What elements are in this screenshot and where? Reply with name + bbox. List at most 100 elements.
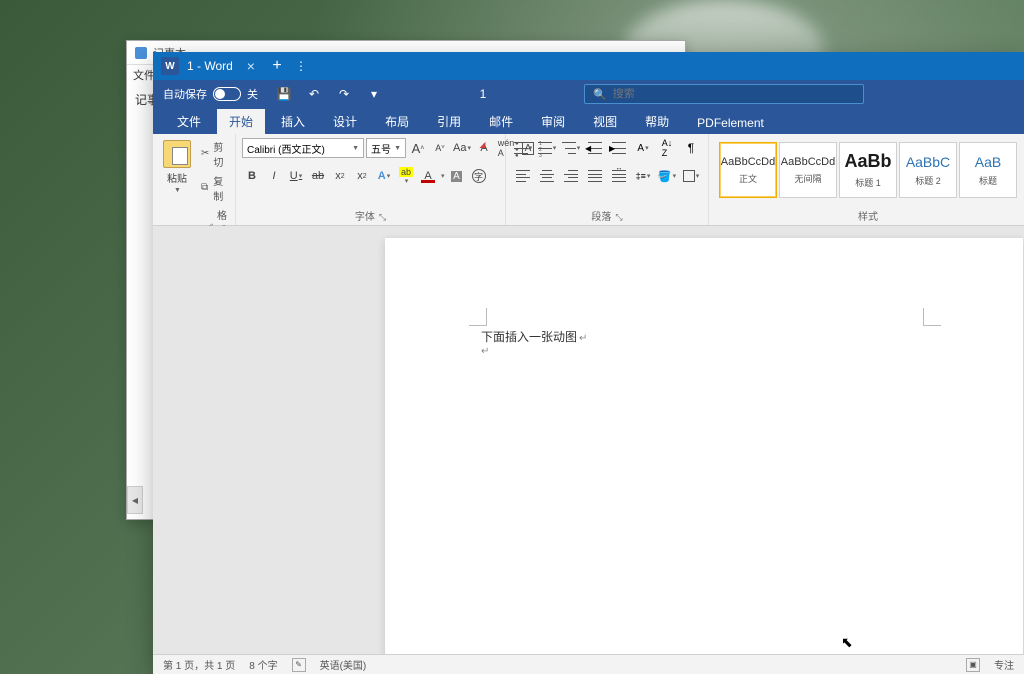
- margin-corner-icon: [469, 308, 487, 326]
- copy-icon: ⧉: [201, 182, 209, 194]
- tab-layout[interactable]: 布局: [373, 109, 421, 134]
- tab-view[interactable]: 视图: [581, 109, 629, 134]
- numbering-button[interactable]: 123▾: [536, 138, 558, 158]
- new-tab-button[interactable]: +: [265, 54, 289, 78]
- tab-review[interactable]: 审阅: [529, 109, 577, 134]
- paragraph-mark-icon: ↵: [579, 333, 587, 344]
- paste-button[interactable]: 粘贴 ▼: [159, 138, 195, 196]
- paste-icon: [163, 140, 191, 168]
- dialog-launcher-icon[interactable]: ⤡: [615, 212, 622, 222]
- document-text-line1[interactable]: 下面插入一张动图↵: [481, 328, 587, 345]
- search-input[interactable]: [613, 88, 855, 100]
- decrease-indent-button[interactable]: ◀: [584, 138, 606, 158]
- increase-indent-button[interactable]: ▶: [608, 138, 630, 158]
- bullets-button[interactable]: ●●●▾: [512, 138, 534, 158]
- notepad-icon: [135, 47, 147, 59]
- ribbon-tabs: 文件 开始 插入 设计 布局 引用 邮件 审阅 视图 帮助 PDFelement: [153, 108, 1024, 134]
- align-right-button[interactable]: [560, 166, 582, 186]
- superscript-button[interactable]: x2: [352, 166, 372, 186]
- redo-icon[interactable]: ↷: [336, 86, 352, 102]
- asian-layout-button[interactable]: A▾: [632, 138, 654, 158]
- word-titlebar: W 1 - Word × + ⋮: [153, 52, 1024, 80]
- grow-font-button[interactable]: A˄: [408, 138, 428, 158]
- text-effects-button[interactable]: A▾: [374, 166, 394, 186]
- tab-file[interactable]: 文件: [165, 109, 213, 134]
- word-tab-title[interactable]: 1 - Word: [187, 59, 233, 73]
- tab-insert[interactable]: 插入: [269, 109, 317, 134]
- autosave-label: 自动保存: [163, 86, 207, 102]
- statusbar: 第 1 页，共 1 页 8 个字 ✎ 英语(美国) ▣ 专注: [153, 654, 1024, 674]
- tab-mailings[interactable]: 邮件: [477, 109, 525, 134]
- document-area: 下面插入一张动图↵ ↵ ⬉: [153, 226, 1024, 654]
- autosave-state: 关: [247, 86, 258, 102]
- doc-title: 1: [382, 87, 584, 101]
- tab-home[interactable]: 开始: [217, 109, 265, 134]
- margin-corner-icon: [923, 308, 941, 326]
- sort-button[interactable]: A↓Z: [656, 138, 678, 158]
- multilevel-list-button[interactable]: ▾: [560, 138, 582, 158]
- status-focus[interactable]: 专注: [994, 657, 1014, 672]
- styles-gallery[interactable]: AaBbCcDd正文 AaBbCcDd无间隔 AaBb标题 1 AaBbC标题 …: [715, 138, 1021, 202]
- focus-mode-icon[interactable]: ▣: [966, 658, 980, 672]
- font-name-combo[interactable]: Calibri (西文正文)▼: [242, 138, 364, 158]
- word-window: W 1 - Word × + ⋮ 自动保存 关 💾 ↶ ↷ ▾ 1 🔍 文件 开…: [153, 52, 1024, 674]
- strikethrough-button[interactable]: ab: [308, 166, 328, 186]
- style-heading1[interactable]: AaBb标题 1: [839, 142, 897, 198]
- dialog-launcher-icon[interactable]: ⤡: [379, 212, 386, 222]
- group-font: Calibri (西文正文)▼ 五号▼ A˄ A˅ Aa▾ A◢ wénA A …: [236, 134, 506, 225]
- underline-button[interactable]: U▾: [286, 166, 306, 186]
- style-no-spacing[interactable]: AaBbCcDd无间隔: [779, 142, 837, 198]
- copy-button[interactable]: ⧉复制: [199, 172, 229, 204]
- save-icon[interactable]: 💾: [276, 86, 292, 102]
- bold-button[interactable]: B: [242, 166, 262, 186]
- autosave-toggle[interactable]: 自动保存 关: [163, 86, 258, 102]
- spellcheck-icon[interactable]: ✎: [292, 658, 306, 672]
- style-heading2[interactable]: AaBbC标题 2: [899, 142, 957, 198]
- enclose-characters-button[interactable]: 字: [469, 166, 489, 186]
- justify-button[interactable]: [584, 166, 606, 186]
- word-app-icon: W: [161, 57, 179, 75]
- show-marks-button[interactable]: ¶: [680, 138, 702, 158]
- ribbon: 粘贴 ▼ ✂剪切 ⧉复制 🖌格式刷 剪贴板⤡ Calibri (西文正文)▼ 五…: [153, 134, 1024, 226]
- subscript-button[interactable]: x2: [330, 166, 350, 186]
- status-words[interactable]: 8 个字: [249, 657, 277, 672]
- align-center-button[interactable]: [536, 166, 558, 186]
- tab-references[interactable]: 引用: [425, 109, 473, 134]
- quick-access-toolbar: 自动保存 关 💾 ↶ ↷ ▾ 1 🔍: [153, 80, 1024, 108]
- close-tab-icon[interactable]: ×: [247, 58, 255, 74]
- status-language[interactable]: 英语(美国): [320, 657, 367, 672]
- undo-icon[interactable]: ↶: [306, 86, 322, 102]
- scissors-icon: ✂: [201, 148, 209, 160]
- notepad-menu-file[interactable]: 文件: [133, 67, 155, 83]
- collapse-handle[interactable]: ◀: [127, 486, 143, 514]
- change-case-button[interactable]: Aa▾: [452, 138, 472, 158]
- font-size-combo[interactable]: 五号▼: [366, 138, 406, 158]
- clear-formatting-button[interactable]: A◢: [474, 138, 494, 158]
- shrink-font-button[interactable]: A˅: [430, 138, 450, 158]
- tab-menu-icon[interactable]: ⋮: [293, 59, 309, 73]
- group-font-label: 字体: [355, 212, 375, 223]
- cut-button[interactable]: ✂剪切: [199, 138, 229, 170]
- align-left-button[interactable]: [512, 166, 534, 186]
- paragraph-mark-icon: ↵: [481, 346, 489, 357]
- tab-pdfelement[interactable]: PDFelement: [685, 112, 776, 134]
- font-color-button[interactable]: A: [418, 166, 438, 186]
- character-shading-button[interactable]: A: [447, 166, 467, 186]
- document-page[interactable]: 下面插入一张动图↵ ↵: [385, 238, 1023, 654]
- distributed-button[interactable]: ↔: [608, 166, 630, 186]
- shading-button[interactable]: 🪣▾: [656, 166, 678, 186]
- chevron-down-icon[interactable]: ▼: [174, 187, 181, 194]
- tab-design[interactable]: 设计: [321, 109, 369, 134]
- search-box[interactable]: 🔍: [584, 84, 864, 104]
- highlight-button[interactable]: ab▾: [396, 166, 416, 186]
- toggle-icon[interactable]: [213, 87, 241, 101]
- style-normal[interactable]: AaBbCcDd正文: [719, 142, 777, 198]
- italic-button[interactable]: I: [264, 166, 284, 186]
- borders-button[interactable]: ▾: [680, 166, 702, 186]
- qat-dropdown-icon[interactable]: ▾: [366, 86, 382, 102]
- style-heading3[interactable]: AaB标题: [959, 142, 1017, 198]
- chevron-down-icon[interactable]: ▾: [441, 172, 445, 180]
- tab-help[interactable]: 帮助: [633, 109, 681, 134]
- line-spacing-button[interactable]: ‡≡▾: [632, 166, 654, 186]
- status-page[interactable]: 第 1 页，共 1 页: [163, 657, 235, 672]
